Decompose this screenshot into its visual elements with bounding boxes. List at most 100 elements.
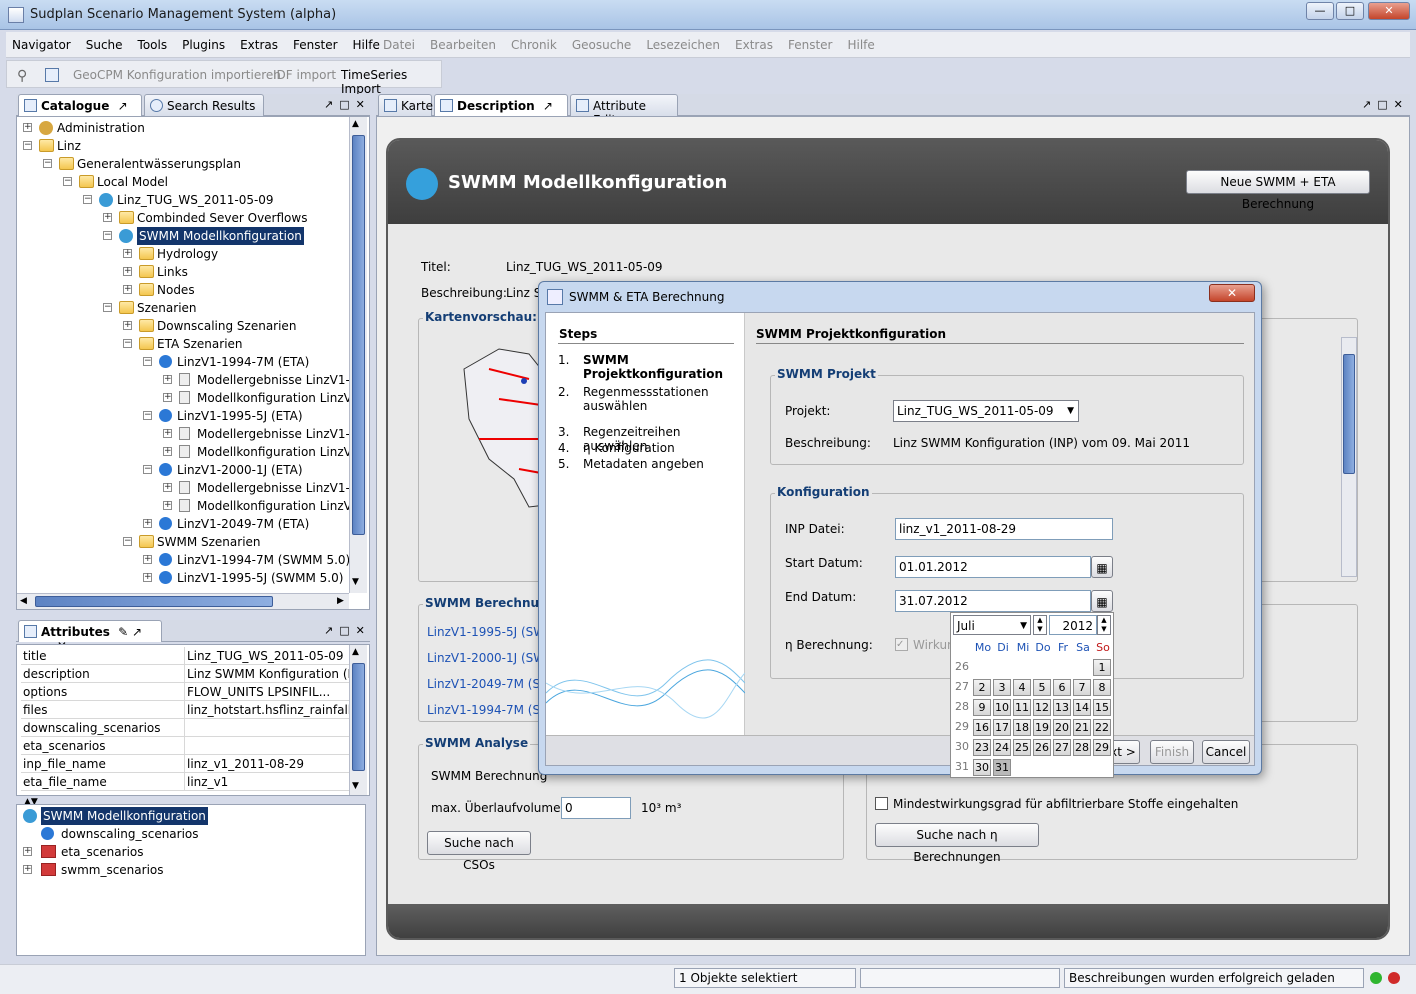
berechnung-link[interactable]: LinzV1-2000-1J (SWM — [427, 651, 555, 665]
expand-icon[interactable]: + — [163, 483, 172, 492]
expand-icon[interactable]: + — [103, 213, 112, 222]
tab-karte[interactable]: Karte — [378, 94, 433, 116]
tree-node[interactable]: − LinzV1-1995-5J (ETA) — [143, 407, 349, 425]
new-calculation-button[interactable]: Neue SWMM + ETA Berechnung — [1186, 170, 1370, 211]
tree-node[interactable]: − LinzV1-2000-1J (ETA) — [143, 461, 349, 479]
menu-item-disabled[interactable]: Datei — [383, 38, 415, 52]
menu-item-disabled[interactable]: Chronik — [511, 38, 557, 52]
inp-file-input[interactable]: linz_v1_2011-08-29 — [895, 518, 1113, 540]
tree-node[interactable]: − Linz_TUG_WS_2011-05-09 — [83, 191, 349, 209]
scroll-up-icon[interactable]: ▲ — [352, 119, 359, 129]
tab-attribute-editor[interactable]: Attribute Editor — [570, 94, 678, 127]
scroll-left-icon[interactable]: ◀ — [20, 596, 27, 606]
menu-item[interactable]: Plugins — [182, 38, 225, 52]
calendar-day[interactable]: 6 — [1053, 679, 1071, 696]
calendar-day[interactable]: 3 — [993, 679, 1011, 696]
timeseries-import-button[interactable]: TimeSeries Import — [341, 68, 441, 96]
expand-icon[interactable]: + — [143, 519, 152, 528]
expand-icon[interactable]: + — [163, 429, 172, 438]
collapse-icon[interactable]: − — [123, 339, 132, 348]
expand-icon[interactable]: + — [23, 123, 32, 132]
collapse-icon[interactable]: − — [143, 357, 152, 366]
tree-node[interactable]: − LinzV1-1994-7M (ETA) — [143, 353, 349, 371]
calendar-day[interactable]: 2 — [973, 679, 991, 696]
collapse-icon[interactable]: − — [43, 159, 52, 168]
menu-item-disabled[interactable]: Hilfe — [847, 38, 874, 52]
tree-node[interactable]: + Modellergebnisse LinzV1-199 — [163, 425, 349, 443]
calendar-day[interactable]: 8 — [1093, 679, 1111, 696]
menu-item[interactable]: Tools — [138, 38, 168, 52]
menu-item[interactable]: Hilfe — [353, 38, 380, 52]
tree-node[interactable]: + Modellergebnisse LinzV1-199 — [163, 371, 349, 389]
table-row[interactable]: description Linz SWMM Konfiguration (I... — [21, 665, 363, 683]
expand-icon[interactable]: + — [23, 865, 32, 874]
calendar-day[interactable]: 16 — [973, 719, 991, 736]
table-row[interactable]: inp_file_name linz_v1_2011-08-29 — [21, 755, 349, 773]
hscroll-thumb[interactable] — [35, 596, 273, 607]
tab-catalogue[interactable]: Catalogue ↗ — ✕ — [18, 94, 142, 127]
dialog-close-button[interactable]: ✕ — [1209, 284, 1255, 302]
attr-vscrollbar[interactable]: ▲ ▼ — [349, 645, 367, 795]
calendar-day[interactable]: 17 — [993, 719, 1011, 736]
scroll-up-icon[interactable]: ▲ — [352, 647, 359, 657]
calendar-day[interactable]: 29 — [1093, 739, 1111, 756]
calendar-day[interactable]: 25 — [1013, 739, 1031, 756]
table-row[interactable]: downscaling_scenarios — [21, 719, 349, 737]
calendar-day[interactable]: 19 — [1033, 719, 1051, 736]
panel-window-controls[interactable]: ↗□✕ — [324, 624, 371, 637]
table-row[interactable]: title Linz_TUG_WS_2011-05-09 — [21, 647, 349, 665]
tree-node[interactable]: + Downscaling Szenarien — [123, 317, 349, 335]
scroll-right-icon[interactable]: ▶ — [337, 596, 344, 606]
tree-node[interactable]: + LinzV1-1994-7M (SWMM 5.0) — [143, 551, 349, 569]
calendar-day[interactable]: 10 — [993, 699, 1011, 716]
calendar-day[interactable]: 4 — [1013, 679, 1031, 696]
berechnung-link[interactable]: LinzV1-1994-7M (SWI — [427, 703, 555, 717]
tree-node[interactable]: + Links — [123, 263, 349, 281]
calendar-day[interactable]: 21 — [1073, 719, 1091, 736]
idf-import-button[interactable]: IDF import — [273, 68, 336, 82]
expand-icon[interactable]: + — [143, 573, 152, 582]
table-row[interactable]: eta_scenarios — [21, 737, 349, 755]
overflow-input[interactable]: 0 — [561, 797, 631, 819]
menu-item-disabled[interactable]: Bearbeiten — [430, 38, 496, 52]
menu-item-disabled[interactable]: Geosuche — [572, 38, 631, 52]
calendar-day[interactable]: 18 — [1013, 719, 1031, 736]
calendar-day[interactable]: 13 — [1053, 699, 1071, 716]
scroll-down-icon[interactable]: ▼ — [352, 781, 359, 791]
menu-item[interactable]: Navigator — [12, 38, 71, 52]
calendar-day[interactable]: 27 — [1053, 739, 1071, 756]
expand-icon[interactable]: + — [163, 393, 172, 402]
expand-icon[interactable]: + — [123, 321, 132, 330]
collapse-icon[interactable]: − — [63, 177, 72, 186]
start-date-input[interactable]: 01.01.2012 — [895, 556, 1091, 578]
calendar-day[interactable]: 30 — [973, 759, 991, 776]
tree-node[interactable]: + Nodes — [123, 281, 349, 299]
scroll-thumb[interactable] — [1343, 354, 1355, 474]
expand-icon[interactable]: + — [163, 501, 172, 510]
table-row[interactable]: files linz_hotstart.hsflinz_rainfall.... — [21, 701, 366, 719]
calendar-day[interactable]: 14 — [1073, 699, 1091, 716]
tree-node[interactable]: + Administration — [23, 119, 349, 137]
expand-icon[interactable]: + — [123, 285, 132, 294]
calendar-day[interactable]: 1 — [1093, 659, 1111, 676]
tab-search-results[interactable]: Search Results — [144, 94, 264, 116]
calendar-day[interactable]: 31 — [993, 759, 1011, 776]
tree-node[interactable]: − Local Model — [63, 173, 349, 191]
cancel-button[interactable]: Cancel — [1202, 740, 1250, 764]
tab-attributes[interactable]: Attributes ✎ ↗ — ✕ — [18, 620, 162, 653]
table-row[interactable]: options FLOW_UNITS LPSINFIL... — [21, 683, 349, 701]
calendar-day[interactable]: 5 — [1033, 679, 1051, 696]
calendar-day[interactable]: 23 — [973, 739, 991, 756]
panel-window-controls[interactable]: ↗□✕ — [1362, 98, 1409, 111]
tree-node[interactable]: + LinzV1-1995-5J (SWMM 5.0) — [143, 569, 349, 587]
scroll-down-icon[interactable]: ▼ — [352, 577, 359, 587]
calendar-day[interactable]: 28 — [1073, 739, 1091, 756]
expand-icon[interactable]: + — [123, 267, 132, 276]
tree-vscrollbar[interactable]: ▲ ▼ — [349, 117, 367, 593]
calendar-icon[interactable]: ▦ — [1091, 590, 1113, 612]
calendar-day[interactable]: 20 — [1053, 719, 1071, 736]
tree-node[interactable]: + Modellergebnisse LinzV1-1J- — [163, 479, 349, 497]
collapse-icon[interactable]: − — [23, 141, 32, 150]
expand-icon[interactable]: + — [163, 447, 172, 456]
menu-item-disabled[interactable]: Extras — [735, 38, 773, 52]
